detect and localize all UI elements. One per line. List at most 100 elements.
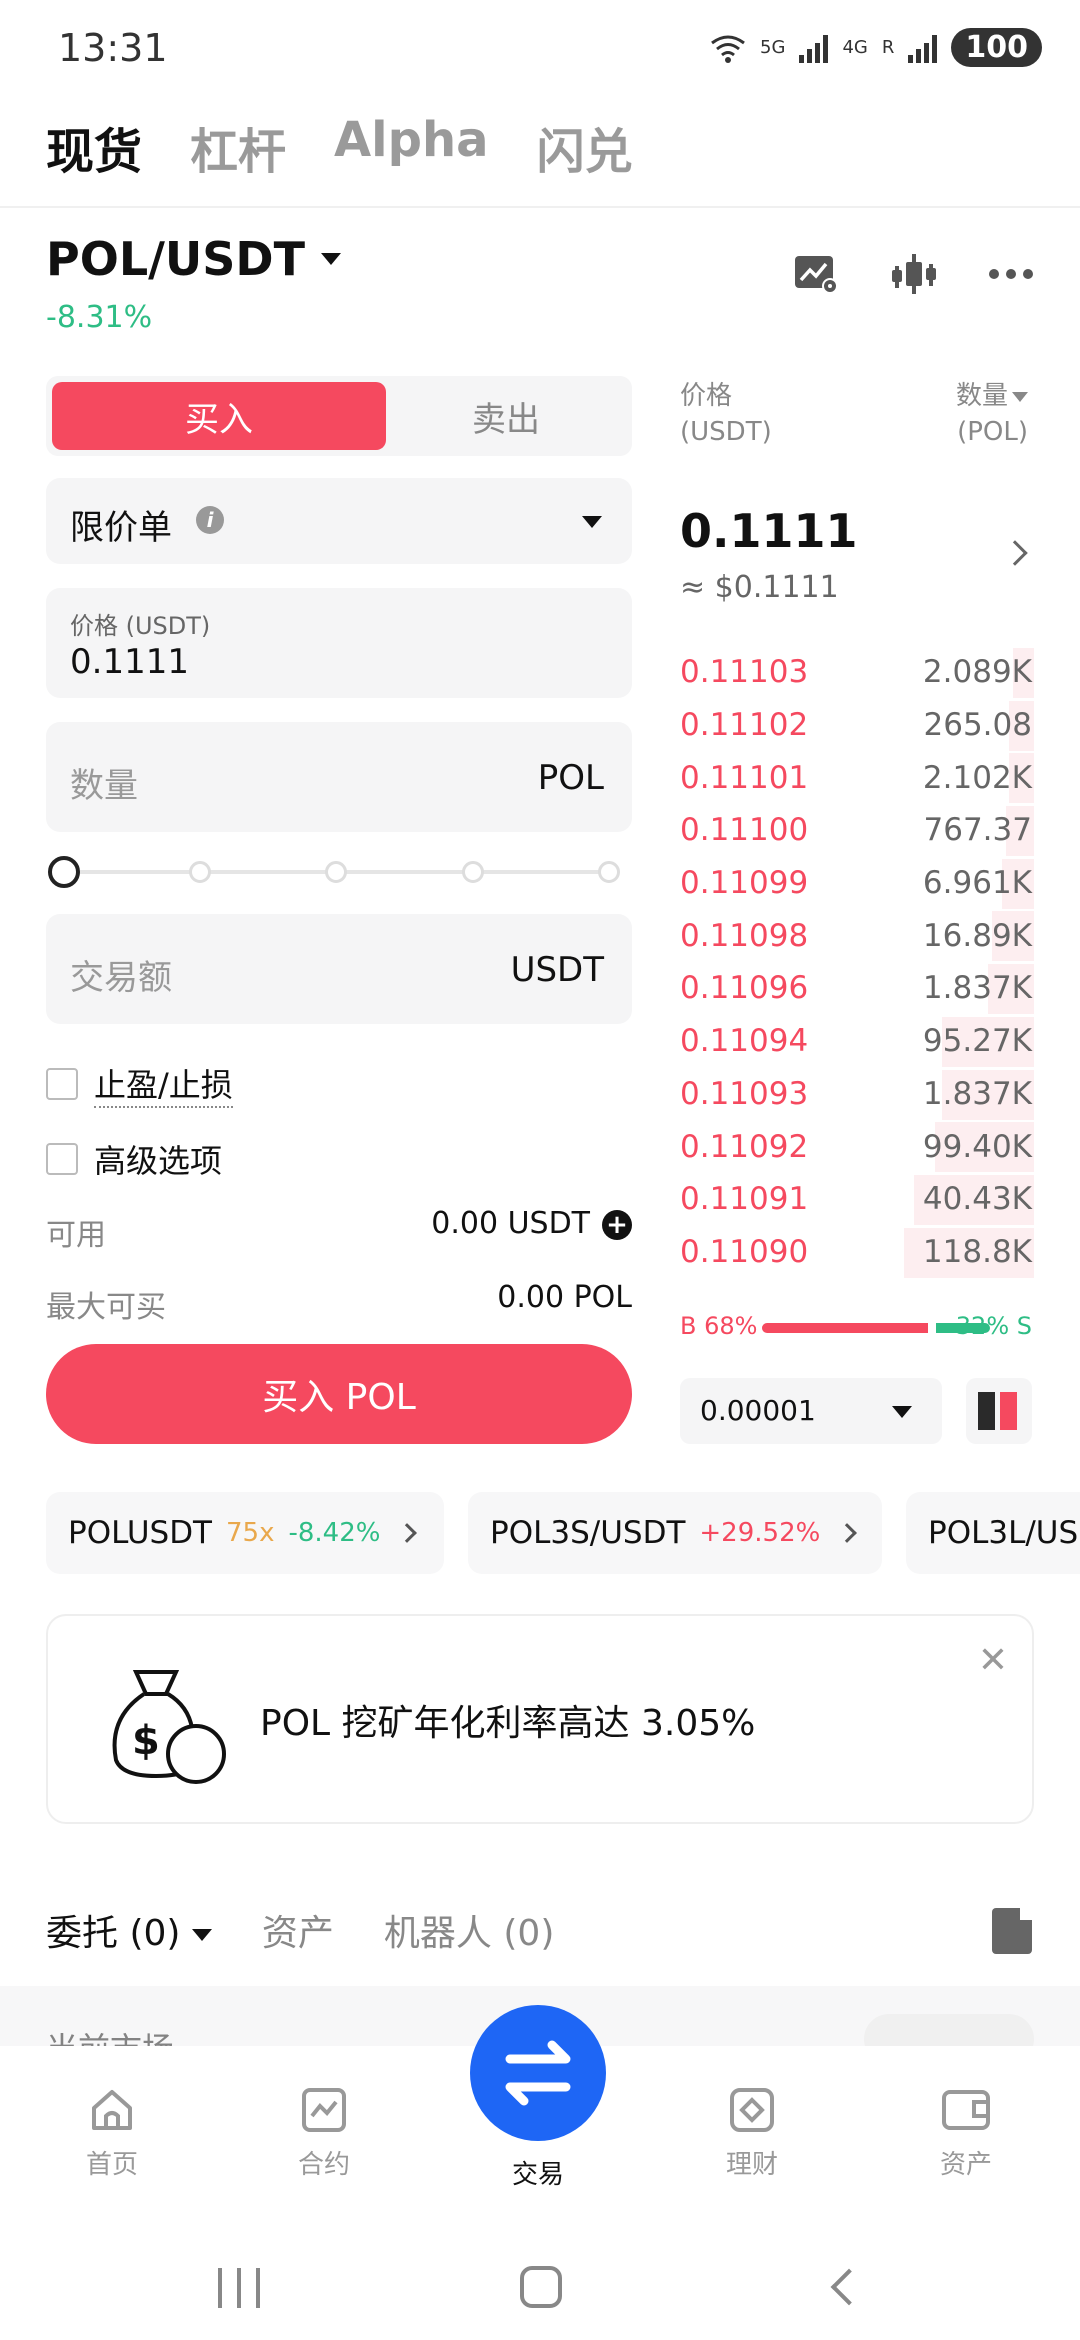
ask-row[interactable]: 0.11102 265.08 <box>680 699 1034 752</box>
orderbook-layout-icon[interactable] <box>966 1378 1032 1444</box>
close-icon[interactable]: ✕ <box>978 1640 1008 1681</box>
sell-tab[interactable]: 卖出 <box>386 382 626 450</box>
nav-assets[interactable]: 资产 <box>906 2086 1026 2181</box>
chevron-right-icon[interactable] <box>1002 540 1028 566</box>
slider-knob[interactable] <box>48 856 80 888</box>
trade-amount-unit: USDT <box>510 950 604 990</box>
tab-spot[interactable]: 现货 <box>46 112 142 182</box>
trade-amount-placeholder: 交易额 <box>70 958 172 998</box>
buy-ratio-bar <box>762 1323 928 1333</box>
ask-row[interactable]: 0.11096 1.837K <box>680 962 1034 1015</box>
checkbox[interactable] <box>46 1068 78 1100</box>
nav-futures-label: 合约 <box>297 2150 350 2180</box>
order-type-select[interactable]: 限价单 i <box>46 478 632 564</box>
nav-trade-label: 交易 <box>511 2160 564 2190</box>
earn-icon <box>730 2088 774 2132</box>
ask-price: 0.11090 <box>680 1233 809 1270</box>
quantity-input[interactable]: 数量 POL <box>46 722 632 832</box>
nav-earn[interactable]: 理财 <box>692 2086 812 2181</box>
related-pair-change: -8.42% <box>288 1518 381 1548</box>
price-input-value[interactable]: 0.1111 <box>70 642 189 682</box>
divider <box>0 206 1080 208</box>
orderbook-price-header: 价格 (USDT) <box>680 378 772 450</box>
ask-row[interactable]: 0.11100 767.37 <box>680 804 1034 857</box>
related-pair-chip[interactable]: POL3L/USDT <box>906 1492 1080 1574</box>
info-icon[interactable]: i <box>196 506 224 534</box>
orderbook-qty-header[interactable]: 数量 (POL) <box>956 378 1028 450</box>
tab-assets[interactable]: 资产 <box>262 1904 334 1956</box>
slider-step-75[interactable] <box>462 861 484 883</box>
status-time: 13:31 <box>58 26 168 70</box>
buy-tab[interactable]: 买入 <box>52 382 386 450</box>
checkbox[interactable] <box>46 1143 78 1175</box>
battery-indicator: 100 <box>951 28 1042 67</box>
futures-icon <box>302 2088 346 2132</box>
orders-tabs: 委托 (0) 资产 机器人 (0) <box>46 1904 554 1956</box>
buy-pol-button[interactable]: 买入 POL <box>46 1344 632 1444</box>
ask-price: 0.11098 <box>680 917 809 954</box>
more-icon[interactable] <box>988 268 1034 280</box>
chevron-right-icon <box>397 1523 418 1543</box>
ask-row[interactable]: 0.11094 95.27K <box>680 1015 1034 1068</box>
plus-icon[interactable]: + <box>602 1209 632 1240</box>
back-icon[interactable] <box>830 2268 868 2306</box>
ask-row[interactable]: 0.11090 118.8K <box>680 1226 1034 1279</box>
ask-price: 0.11096 <box>680 970 809 1007</box>
layout-left-half <box>978 1392 995 1430</box>
ask-row[interactable]: 0.11098 16.89K <box>680 909 1034 962</box>
slider-step-25[interactable] <box>189 861 211 883</box>
ask-row[interactable]: 0.11093 1.837K <box>680 1068 1034 1121</box>
nav-futures[interactable]: 合约 <box>264 2086 384 2181</box>
tab-alpha[interactable]: Alpha <box>334 112 489 182</box>
nav-trade-button[interactable] <box>470 2005 606 2141</box>
nav-home[interactable]: 首页 <box>52 2086 172 2181</box>
available-label: 可用 <box>46 1218 106 1253</box>
ask-row[interactable]: 0.11091 40.43K <box>680 1173 1034 1226</box>
ask-quantity: 16.89K <box>922 917 1032 954</box>
related-pair-name: POL3L/USDT <box>928 1515 1080 1551</box>
related-pair-name: POLUSDT <box>68 1515 212 1551</box>
sell-ratio-label: 32% S <box>955 1312 1032 1340</box>
candlestick-icon[interactable] <box>892 252 936 296</box>
ask-price: 0.11093 <box>680 1075 809 1112</box>
recent-apps-icon[interactable] <box>218 2268 260 2308</box>
chart-settings-icon[interactable] <box>794 254 840 294</box>
ask-quantity: 1.837K <box>922 1075 1032 1112</box>
ask-row[interactable]: 0.11099 6.961K <box>680 857 1034 910</box>
tab-bots[interactable]: 机器人 (0) <box>384 1904 554 1956</box>
nav-home-label: 首页 <box>85 2150 138 2180</box>
nav-earn-label: 理财 <box>725 2150 778 2180</box>
pair-selector[interactable]: POL/USDT <box>46 232 341 286</box>
advanced-options-checkbox[interactable]: 高级选项 <box>46 1136 222 1182</box>
slider-step-100[interactable] <box>598 861 620 883</box>
ask-row[interactable]: 0.11103 2.089K <box>680 646 1034 699</box>
ask-price: 0.11099 <box>680 865 809 902</box>
amount-slider[interactable] <box>48 856 620 888</box>
related-pair-chip[interactable]: POL3S/USDT +29.52% <box>468 1492 882 1574</box>
ask-quantity: 2.089K <box>922 654 1032 691</box>
ask-row[interactable]: 0.11101 2.102K <box>680 751 1034 804</box>
mining-promo-card[interactable]: $ POL 挖矿年化利率高达 3.05% ✕ <box>46 1614 1034 1824</box>
last-price-usd: ≈ $0.1111 <box>680 570 839 605</box>
pair-name: POL/USDT <box>46 232 305 286</box>
related-pair-chip[interactable]: POLUSDT 75x -8.42% <box>46 1492 444 1574</box>
tab-convert[interactable]: 闪兑 <box>537 112 633 182</box>
order-history-icon[interactable] <box>992 1908 1032 1954</box>
slider-step-50[interactable] <box>325 861 347 883</box>
max-buy-value: 0.00 POL <box>497 1280 632 1315</box>
tp-sl-checkbox[interactable]: 止盈/止损 <box>46 1060 233 1108</box>
tab-orders[interactable]: 委托 (0) <box>46 1904 212 1956</box>
tab-margin[interactable]: 杠杆 <box>190 112 286 182</box>
ask-quantity: 6.961K <box>922 865 1032 902</box>
signal-icon-2 <box>908 33 938 63</box>
header-actions <box>794 252 1034 296</box>
price-input-label: 价格 (USDT) <box>70 612 211 640</box>
home-button-icon[interactable] <box>520 2266 562 2308</box>
leverage-badge: 75x <box>226 1518 275 1548</box>
precision-select[interactable]: 0.00001 <box>680 1378 942 1444</box>
price-input[interactable]: 价格 (USDT) 0.1111 <box>46 588 632 698</box>
ask-price: 0.11091 <box>680 1181 809 1218</box>
ask-row[interactable]: 0.11092 99.40K <box>680 1120 1034 1173</box>
trade-amount-input[interactable]: 交易额 USDT <box>46 914 632 1024</box>
ask-price: 0.11102 <box>680 707 809 744</box>
